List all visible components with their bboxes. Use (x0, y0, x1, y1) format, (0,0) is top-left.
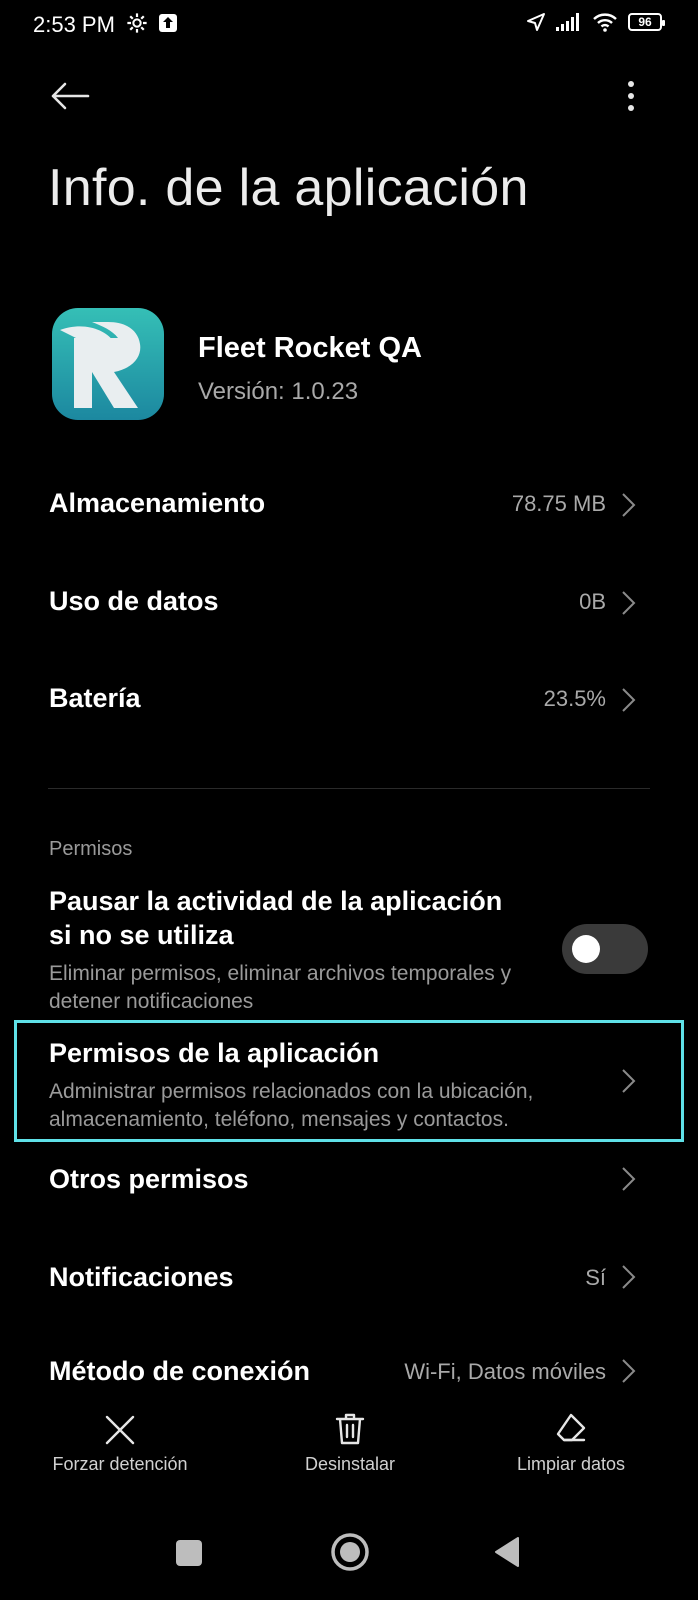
app-icon (52, 308, 164, 420)
upload-icon (159, 14, 177, 32)
battery-level: 96 (638, 15, 652, 29)
other-permissions-title: Otros permisos (49, 1164, 249, 1194)
status-right-icons: 96 (526, 12, 665, 32)
home-button[interactable] (330, 1532, 370, 1572)
close-icon (105, 1415, 135, 1445)
chevron-right-icon (622, 1265, 636, 1289)
arrow-left-icon (51, 82, 90, 110)
storage-title: Almacenamiento (49, 488, 266, 518)
bottom-action-bar: Forzar detención Desinstalar Limpiar dat… (0, 1388, 698, 1498)
pause-activity-title: Pausar la actividad de la aplicación si … (49, 886, 503, 950)
storage-value: 78.75 MB (511, 491, 606, 516)
settings-icon (127, 13, 147, 33)
app-version: Versión: 1.0.23 (198, 378, 359, 405)
status-time: 2:53 PM (33, 12, 115, 37)
battery-icon: 96 (628, 13, 665, 31)
chevron-right-icon (622, 688, 636, 712)
pause-activity-toggle[interactable] (562, 924, 648, 974)
nav-back-button[interactable] (492, 1536, 522, 1568)
clear-data-button[interactable]: Limpiar datos (506, 1412, 636, 1475)
chevron-right-icon (622, 1069, 636, 1093)
battery-value: 23.5% (543, 686, 606, 711)
chevron-right-icon (622, 591, 636, 615)
battery-row[interactable]: Batería 23.5% (0, 665, 698, 735)
other-permissions-row[interactable]: Otros permisos (0, 1160, 698, 1230)
data-usage-title: Uso de datos (49, 586, 219, 616)
divider (48, 788, 650, 789)
more-vertical-icon (628, 81, 634, 111)
storage-row[interactable]: Almacenamiento 78.75 MB (0, 470, 698, 540)
signal-icon (556, 13, 579, 31)
uninstall-label: Desinstalar (304, 1454, 396, 1474)
status-left-icons (126, 12, 178, 34)
battery-title: Batería (49, 683, 141, 713)
data-usage-row[interactable]: Uso de datos 0B (0, 568, 698, 638)
connection-method-title: Método de conexión (49, 1356, 311, 1386)
back-button[interactable] (44, 70, 96, 122)
chevron-right-icon (622, 1359, 636, 1383)
notifications-title: Notificaciones (49, 1262, 234, 1292)
chevron-right-icon (622, 1167, 636, 1191)
toggle-knob (572, 935, 600, 963)
eraser-icon (556, 1413, 586, 1442)
app-permissions-description: Administrar permisos relacionados con la… (49, 1080, 534, 1131)
notifications-row[interactable]: Notificaciones Sí (0, 1258, 698, 1328)
uninstall-button[interactable]: Desinstalar (290, 1412, 410, 1475)
wifi-icon (593, 13, 617, 32)
more-options-button[interactable] (616, 70, 646, 122)
data-usage-value: 0B (579, 589, 606, 614)
connection-method-value: Wi-Fi, Datos móviles (404, 1359, 606, 1384)
location-icon (527, 13, 545, 31)
section-label-permisos: Permisos (49, 838, 133, 860)
app-permissions-title: Permisos de la aplicación (49, 1038, 380, 1068)
clear-data-label: Limpiar datos (516, 1454, 626, 1474)
notifications-value: Sí (585, 1265, 606, 1290)
page-title: Info. de la aplicación (48, 159, 529, 217)
force-stop-button[interactable]: Forzar detención (48, 1414, 192, 1475)
app-name: Fleet Rocket QA (198, 332, 422, 364)
chevron-right-icon (622, 493, 636, 517)
force-stop-label: Forzar detención (52, 1454, 188, 1474)
recent-apps-button[interactable] (176, 1540, 202, 1566)
pause-activity-description: Eliminar permisos, eliminar archivos tem… (49, 962, 512, 1013)
trash-icon (335, 1413, 365, 1445)
